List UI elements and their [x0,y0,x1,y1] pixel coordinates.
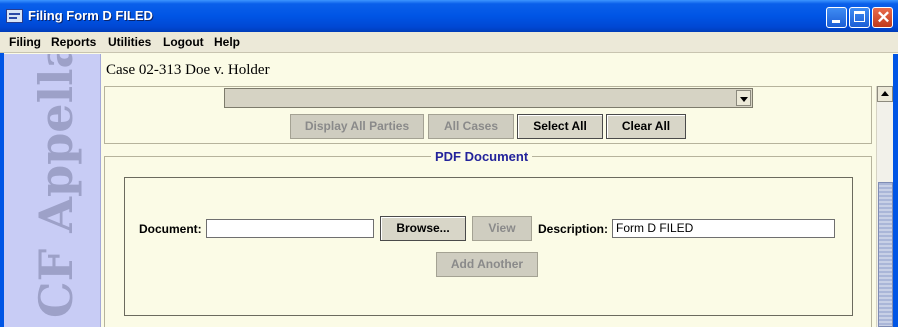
all-cases-button[interactable]: All Cases [428,114,514,139]
menu-bar: Filing Reports Utilities Logout Help [0,32,898,53]
chevron-up-icon [881,91,889,96]
view-button[interactable]: View [472,216,532,241]
maximize-button[interactable] [849,7,870,28]
menu-reports[interactable]: Reports [51,35,96,49]
description-field[interactable]: Form D FILED [612,219,835,238]
minimize-button[interactable] [826,7,847,28]
document-field[interactable] [206,219,374,238]
add-another-button[interactable]: Add Another [436,252,538,277]
menu-filing[interactable]: Filing [9,35,41,49]
side-banner: CF Appellate [4,54,101,327]
chevron-down-icon [740,97,748,102]
vertical-scrollbar[interactable] [876,86,893,327]
title-bar[interactable]: Filing Form D FILED ✕ [0,0,898,32]
party-dropdown[interactable] [224,88,753,108]
close-button[interactable]: ✕ [872,7,893,28]
clear-all-button[interactable]: Clear All [606,114,686,139]
maximize-icon [854,11,865,22]
close-icon: ✕ [876,8,891,27]
window-title: Filing Form D FILED [28,8,153,23]
description-label: Description: [538,222,609,236]
display-all-parties-button[interactable]: Display All Parties [290,114,424,139]
document-label: Document: [139,222,202,236]
browse-button[interactable]: Browse... [380,216,466,241]
banner-logo-text: CF Appellate [29,54,83,318]
app-icon [6,9,23,23]
select-all-button[interactable]: Select All [517,114,603,139]
menu-utilities[interactable]: Utilities [108,35,151,49]
case-title: Case 02-313 Doe v. Holder [106,62,270,78]
scroll-thumb[interactable] [878,182,893,327]
scroll-up-button[interactable] [877,86,893,102]
minimize-icon [832,20,840,23]
pdf-panel-title: PDF Document [431,149,533,164]
pdf-inner-box [124,177,853,316]
window-right-border [893,54,898,327]
menu-help[interactable]: Help [214,35,240,49]
dropdown-arrow-button[interactable] [736,90,751,106]
menu-logout[interactable]: Logout [163,35,204,49]
